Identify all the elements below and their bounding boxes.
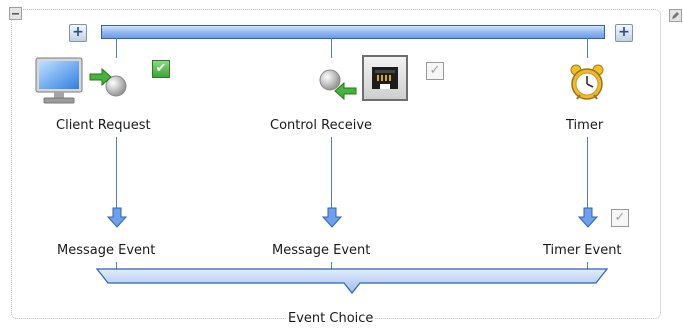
- timer-event-checkbox[interactable]: ✓: [611, 209, 629, 227]
- timer-node[interactable]: [568, 62, 606, 108]
- connector-line: [116, 137, 117, 209]
- connector-line: [331, 38, 332, 58]
- connector-line: [116, 38, 117, 58]
- monitor-icon: [35, 57, 83, 104]
- message-event-arrow-2[interactable]: [321, 207, 343, 233]
- event-choice-label: Event Choice: [286, 311, 376, 326]
- event-choice-join-bar: [95, 268, 609, 302]
- message-event-arrow-1[interactable]: [106, 207, 128, 233]
- down-arrow-icon: [106, 207, 128, 228]
- message-event-label-2: Message Event: [272, 243, 371, 258]
- fork-bar: [101, 25, 605, 39]
- message-event-label-1: Message Event: [57, 243, 156, 258]
- client-request-label: Client Request: [56, 118, 151, 133]
- down-arrow-icon: [577, 207, 599, 228]
- timer-event-label: Timer Event: [543, 243, 622, 258]
- panel-options-button[interactable]: [669, 9, 682, 22]
- control-receive-node[interactable]: [362, 55, 408, 101]
- control-receive-label: Control Receive: [270, 118, 373, 133]
- alarm-clock-icon: [570, 64, 604, 100]
- connector-line: [587, 137, 588, 209]
- timer-event-arrow[interactable]: [577, 207, 599, 233]
- receive-node: [318, 62, 358, 106]
- add-branch-left-button[interactable]: +: [69, 24, 87, 42]
- collapse-button[interactable]: [9, 7, 22, 20]
- connector-line: [587, 38, 588, 58]
- connector-line: [331, 137, 332, 209]
- join-bracket-shape: [95, 268, 609, 294]
- send-node: [88, 60, 128, 104]
- send-arrow-icon: [89, 67, 127, 97]
- client-request-node[interactable]: [34, 56, 86, 112]
- pencil-icon: [672, 12, 679, 19]
- receive-arrow-icon: [319, 69, 357, 101]
- client-request-checkbox[interactable]: ✔: [152, 60, 170, 78]
- minus-icon: [12, 13, 19, 15]
- timer-label: Timer: [566, 118, 604, 133]
- down-arrow-icon: [321, 207, 343, 228]
- control-receive-checkbox[interactable]: ✓: [426, 62, 444, 80]
- add-branch-right-button[interactable]: +: [615, 24, 633, 42]
- network-port-icon: [372, 67, 398, 89]
